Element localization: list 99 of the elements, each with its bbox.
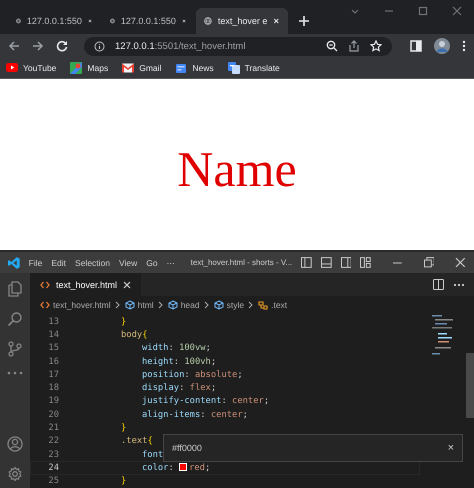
bookmark-link[interactable]: YouTube: [6, 62, 56, 74]
more-icon[interactable]: [453, 282, 465, 286]
code-line: width: 100vw;: [142, 343, 211, 354]
share-icon[interactable]: [348, 40, 360, 52]
maximize-icon[interactable]: [418, 6, 428, 16]
breadcrumb-item[interactable]: html: [124, 300, 154, 310]
bookmark-link[interactable]: Maps: [70, 62, 108, 74]
menu-item[interactable]: Selection: [75, 258, 110, 268]
chevron-icon: [114, 300, 121, 308]
breadcrumb-item[interactable]: head: [168, 300, 200, 310]
bookmark-link[interactable]: Gmail: [122, 62, 162, 74]
line-number: 25: [47, 476, 59, 486]
search-icon[interactable]: [7, 311, 23, 327]
globe-icon: [204, 15, 212, 27]
side-panel-icon[interactable]: [410, 40, 422, 52]
menu-item[interactable]: View: [119, 258, 138, 268]
back-icon[interactable]: [8, 40, 20, 52]
breadcrumb-item[interactable]: style: [214, 300, 244, 310]
browser-tab[interactable]: 127.0.0.1:550: [102, 8, 194, 34]
close-icon[interactable]: [273, 16, 280, 26]
split-editor-icon[interactable]: [433, 279, 444, 290]
avatar-icon[interactable]: [434, 38, 450, 54]
window-title: text_hover.html - shorts - V...: [190, 258, 292, 267]
url-text: 127.0.0.1:5501/text_hover.html: [115, 40, 246, 52]
scrollbar[interactable]: [466, 353, 474, 418]
page-heading: Name: [177, 140, 297, 198]
line-number: 17: [47, 370, 59, 380]
youtube-icon: [6, 62, 18, 74]
breadcrumb-item[interactable]: .text: [258, 300, 288, 310]
cube-icon: [214, 300, 224, 310]
line-number: 13: [47, 316, 59, 327]
sidebar-layout-icon[interactable]: [301, 257, 312, 268]
cube-icon: [168, 300, 178, 310]
code-icon: [40, 280, 50, 290]
code-line: align-items: center;: [142, 410, 248, 420]
tab-title: text_hover e: [218, 16, 268, 26]
address-bar[interactable]: 127.0.0.1:5501/text_hover.html: [84, 36, 392, 56]
code-line: }: [121, 476, 126, 486]
line-number: 23: [47, 450, 59, 460]
code-line: justify-content: center;: [142, 396, 270, 406]
tab-title: 127.0.0.1:550: [120, 16, 176, 26]
line-number: 18: [47, 383, 59, 394]
code-line: }: [121, 316, 126, 327]
menu-item[interactable]: Go: [146, 258, 158, 268]
settings-icon[interactable]: [7, 466, 23, 482]
panel-layout-icon[interactable]: [320, 257, 332, 268]
code-line: display: flex;: [142, 383, 216, 394]
chevron-icon: [204, 300, 210, 308]
restore-icon[interactable]: [424, 257, 434, 268]
code-line: body{: [121, 330, 148, 340]
source-control-icon[interactable]: [7, 341, 23, 357]
translate-icon: [228, 62, 240, 74]
chevron-icon: [158, 300, 164, 308]
chevron-icon: [248, 300, 254, 308]
code-line: height: 100vh;: [142, 356, 216, 367]
close-button[interactable]: ×: [448, 442, 454, 454]
breadcrumb-item[interactable]: text_hover.html: [40, 300, 111, 310]
account-icon[interactable]: [7, 436, 23, 452]
menu-item[interactable]: File: [28, 258, 42, 268]
info-icon: [94, 40, 105, 52]
tab-title: 127.0.0.1:550: [26, 16, 82, 26]
symbol-icon: [258, 300, 268, 310]
color-swatch[interactable]: [179, 462, 188, 471]
line-number: 14: [47, 330, 59, 340]
star-icon[interactable]: [370, 40, 382, 52]
code-icon: [40, 300, 50, 310]
browser-tab[interactable]: 127.0.0.1:550: [8, 8, 100, 34]
line-number: 24: [47, 462, 59, 473]
zoom-icon[interactable]: [326, 40, 338, 52]
line-number: 22: [47, 436, 59, 446]
line-number: 19: [47, 396, 59, 406]
menu-icon[interactable]: [462, 40, 466, 52]
new-tab-icon[interactable]: [298, 15, 310, 27]
bookmark-link[interactable]: Translate: [228, 62, 280, 74]
editor-logo-icon: [8, 256, 20, 268]
bookmark-link[interactable]: News: [175, 62, 214, 74]
editor-tab[interactable]: text_hover.html: [30, 273, 142, 296]
code-line: color: red;: [142, 462, 210, 473]
menu-item[interactable]: ⋯: [166, 258, 176, 268]
sidebar-layout-icon[interactable]: [340, 257, 352, 268]
menu-item[interactable]: Edit: [51, 258, 66, 268]
forward-icon[interactable]: [32, 40, 44, 52]
code-line: position: absolute;: [142, 370, 243, 380]
hover-text: #ff0000: [172, 443, 202, 453]
layout-grid-icon[interactable]: [360, 257, 371, 268]
files-icon[interactable]: [7, 281, 23, 297]
map-pin-icon: [70, 62, 82, 74]
browser-tab[interactable]: text_hover e: [196, 8, 288, 34]
newspaper-icon: [175, 62, 188, 74]
line-number: 15: [47, 343, 59, 354]
code-line: }: [121, 423, 126, 434]
line-number: 16: [47, 356, 59, 367]
cube-icon: [124, 300, 135, 310]
line-number: 21: [47, 423, 59, 434]
code-line: font: [142, 450, 164, 460]
reload-icon[interactable]: [56, 40, 68, 52]
code-line: .text{: [121, 436, 153, 446]
mail-icon: [122, 62, 134, 74]
line-number: 20: [47, 410, 59, 420]
